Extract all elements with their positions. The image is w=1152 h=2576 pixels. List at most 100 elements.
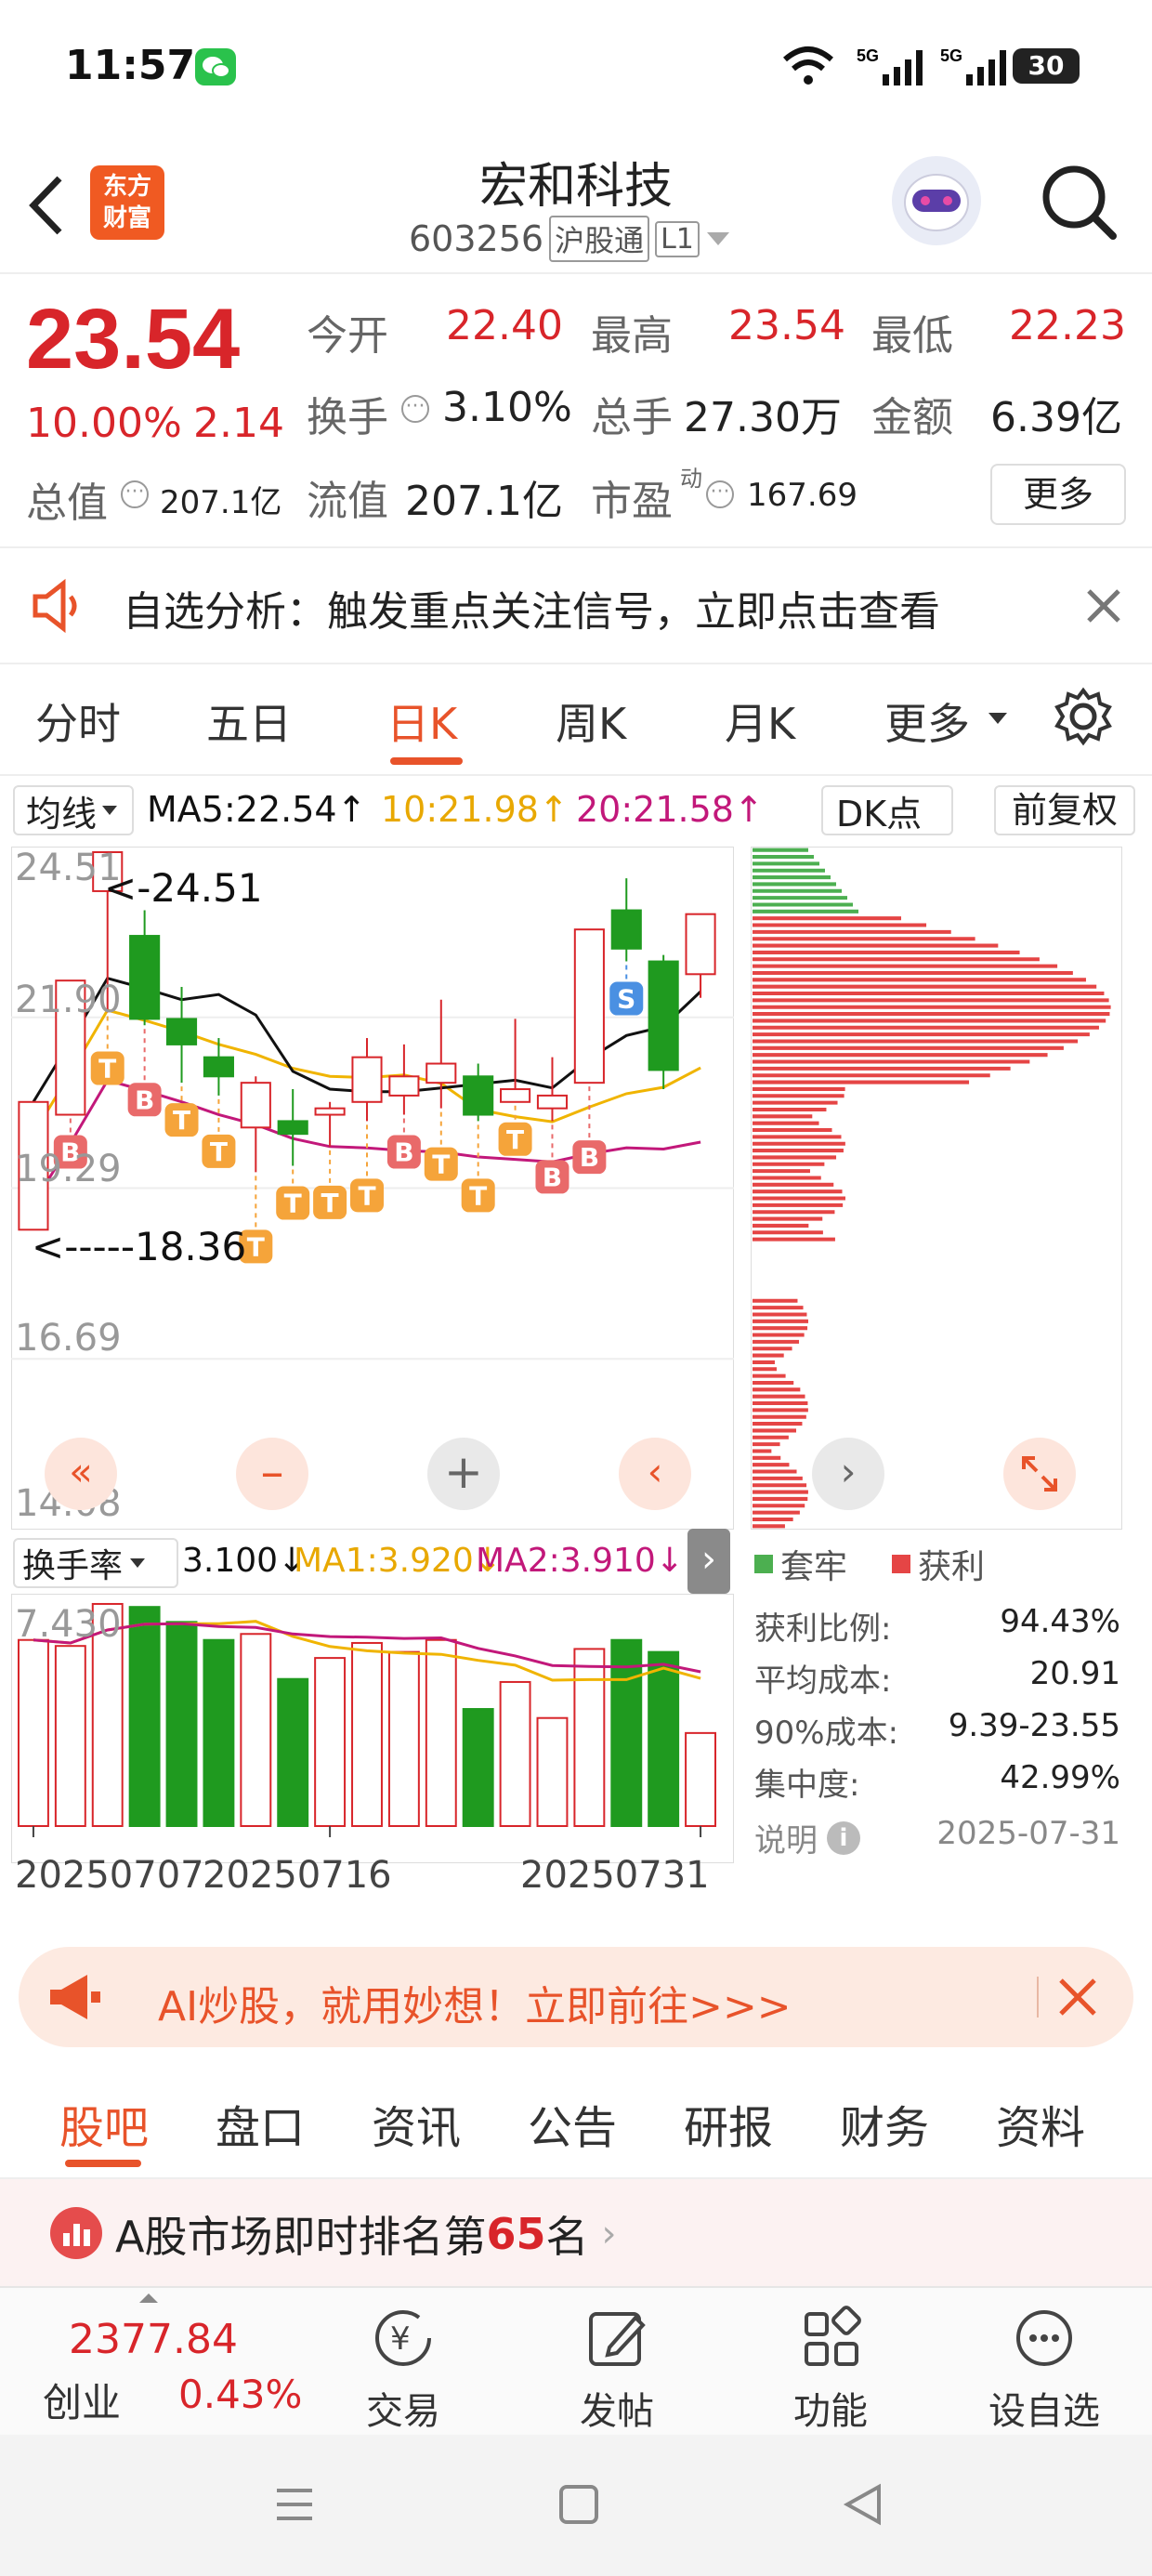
close-icon[interactable] — [1055, 1975, 1100, 2023]
menu-icon[interactable] — [273, 2483, 316, 2530]
dk-point-button[interactable]: DK点 — [821, 785, 953, 835]
note-link[interactable]: 说明 i — [754, 1815, 860, 1860]
more-button[interactable]: 更多 — [990, 464, 1126, 525]
close-icon[interactable] — [1083, 585, 1124, 630]
scroll-right-button[interactable]: › — [812, 1438, 884, 1510]
tab-five-day[interactable]: 五日 — [206, 690, 292, 752]
low-marker: <-----18.36 — [32, 1224, 247, 1269]
info-icon[interactable]: ··· — [121, 480, 149, 508]
info-icon[interactable]: ··· — [706, 480, 734, 508]
tab-orderbook[interactable]: 盘口 — [216, 2091, 305, 2156]
quote-panel: 23.54 10.00% 2.14 总值 ··· 207.1亿 今开 22.40… — [0, 274, 1152, 548]
gear-icon[interactable] — [1054, 687, 1113, 750]
tab-research[interactable]: 研报 — [684, 2091, 773, 2156]
ai-promo-banner[interactable]: AI炒股，就用妙想！立即前往>>> — [19, 1947, 1133, 2047]
ma10-value: 10:21.98↑ — [381, 789, 569, 830]
expand-icon[interactable] — [1003, 1438, 1076, 1510]
x-date-label: 20250731 — [520, 1854, 710, 1897]
chevron-down-icon — [988, 713, 1007, 724]
candle-body — [351, 1056, 383, 1103]
level-badge: L1 — [655, 220, 700, 257]
nav-trade[interactable]: ¥ 交易 — [320, 2305, 487, 2435]
tab-forum[interactable]: 股吧 — [59, 2091, 149, 2156]
tab-financials[interactable]: 财务 — [840, 2091, 929, 2156]
sub-value: 3.100↓ — [182, 1542, 307, 1580]
signal-badge-T: T — [461, 1178, 495, 1213]
signal-badge-T: T — [498, 1122, 532, 1156]
candle — [277, 1089, 308, 1166]
info-icon[interactable]: ··· — [401, 395, 429, 423]
signal-badge-T: T — [350, 1178, 384, 1213]
float-label: 流值 — [307, 478, 388, 525]
y-tick-label: 16.69 — [15, 1317, 122, 1360]
index-change: 0.43% — [178, 2372, 303, 2417]
signal-badge-T: T — [424, 1147, 458, 1181]
tab-announcements[interactable]: 公告 — [528, 2091, 617, 2156]
tab-news[interactable]: 资讯 — [372, 2091, 461, 2156]
candle-body — [648, 960, 679, 1071]
chevron-down-icon — [706, 232, 729, 245]
index-widget[interactable]: 2377.84 创业 0.43% — [0, 2288, 316, 2437]
candle-body — [165, 1018, 198, 1045]
expand-panel-button[interactable]: › — [687, 1529, 730, 1594]
tab-monthly-k[interactable]: 月K — [725, 690, 795, 752]
nav-post[interactable]: 发帖 — [533, 2305, 700, 2435]
signal-badge-label: T — [98, 1054, 116, 1084]
mktcap-label: 总值 — [26, 480, 108, 527]
turnover-bar — [17, 1638, 49, 1827]
last-price: 23.54 — [26, 292, 241, 387]
change-amount: 2.14 — [193, 400, 284, 447]
stock-code: 603256 — [409, 218, 544, 259]
candle — [648, 954, 679, 1090]
signal-badge-label: T — [432, 1150, 450, 1180]
search-icon[interactable] — [1039, 162, 1119, 245]
legend-trap-label: 套牢 — [780, 1548, 848, 1586]
turnover-bar — [499, 1680, 531, 1827]
forward-adjust-button[interactable]: 前复权 — [994, 785, 1135, 835]
sub-indicator-select[interactable]: 换手率 — [13, 1538, 178, 1588]
turnover-bar — [648, 1650, 680, 1827]
wifi-icon — [780, 43, 836, 91]
nav-watchlist[interactable]: 设自选 — [961, 2305, 1128, 2435]
info-tabs: 股吧 盘口 资讯 公告 研报 财务 资料 — [0, 2063, 1152, 2179]
robot-avatar-icon[interactable] — [892, 156, 981, 245]
amount-value: 6.39亿 — [990, 394, 1122, 441]
candle-body — [685, 913, 716, 976]
signal-badge-label: T — [210, 1137, 228, 1167]
signal-badge-label: T — [284, 1189, 302, 1219]
nav-functions[interactable]: 功能 — [747, 2305, 914, 2435]
legend-profit-label: 获利 — [918, 1548, 986, 1586]
notice-bar[interactable]: 自选分析：触发重点关注信号，立即点击查看 — [0, 548, 1152, 664]
turnover-bar — [203, 1638, 235, 1827]
cost-distribution-chart[interactable] — [751, 847, 1122, 1530]
chart-period-tabs: 分时 五日 日K 周K 月K 更多 — [0, 664, 1152, 776]
signal-badge-T: T — [164, 1103, 199, 1137]
indicator-select[interactable]: 均线 — [13, 785, 134, 835]
nav-watchlist-label: 设自选 — [988, 2390, 1100, 2433]
signal-badge-label: B — [135, 1084, 154, 1115]
tab-intraday[interactable]: 分时 — [35, 690, 121, 752]
turnover-bar — [536, 1716, 569, 1828]
home-icon[interactable] — [557, 2483, 600, 2530]
zoom-out-button[interactable]: – — [236, 1438, 308, 1510]
scroll-left-button[interactable]: ‹ — [619, 1438, 691, 1510]
rank-suffix: 名 — [545, 2212, 589, 2262]
y-tick-label: 19.29 — [15, 1148, 122, 1190]
zoom-in-button[interactable]: + — [427, 1438, 500, 1510]
candle — [610, 878, 642, 962]
candle-body — [610, 909, 642, 950]
market-rank-bar[interactable]: A股市场即时排名第 65 名 › — [0, 2179, 1152, 2286]
scroll-left-fast-button[interactable]: « — [45, 1438, 117, 1510]
tab-weekly-k[interactable]: 周K — [556, 690, 626, 752]
stock-code-row[interactable]: 603256 沪股通 L1 — [409, 216, 729, 262]
signal-badge-label: T — [247, 1231, 265, 1262]
turnover-bar — [128, 1606, 161, 1828]
tab-profile[interactable]: 资料 — [996, 2091, 1085, 2156]
tab-more[interactable]: 更多 — [884, 690, 970, 752]
signal-badge-T: T — [313, 1185, 347, 1219]
high-label: 最高 — [591, 312, 673, 360]
candle-body — [573, 928, 605, 1084]
tab-daily-k[interactable]: 日K — [386, 690, 457, 752]
back-nav-icon[interactable] — [842, 2483, 884, 2530]
signal-badge-label: B — [543, 1162, 562, 1192]
